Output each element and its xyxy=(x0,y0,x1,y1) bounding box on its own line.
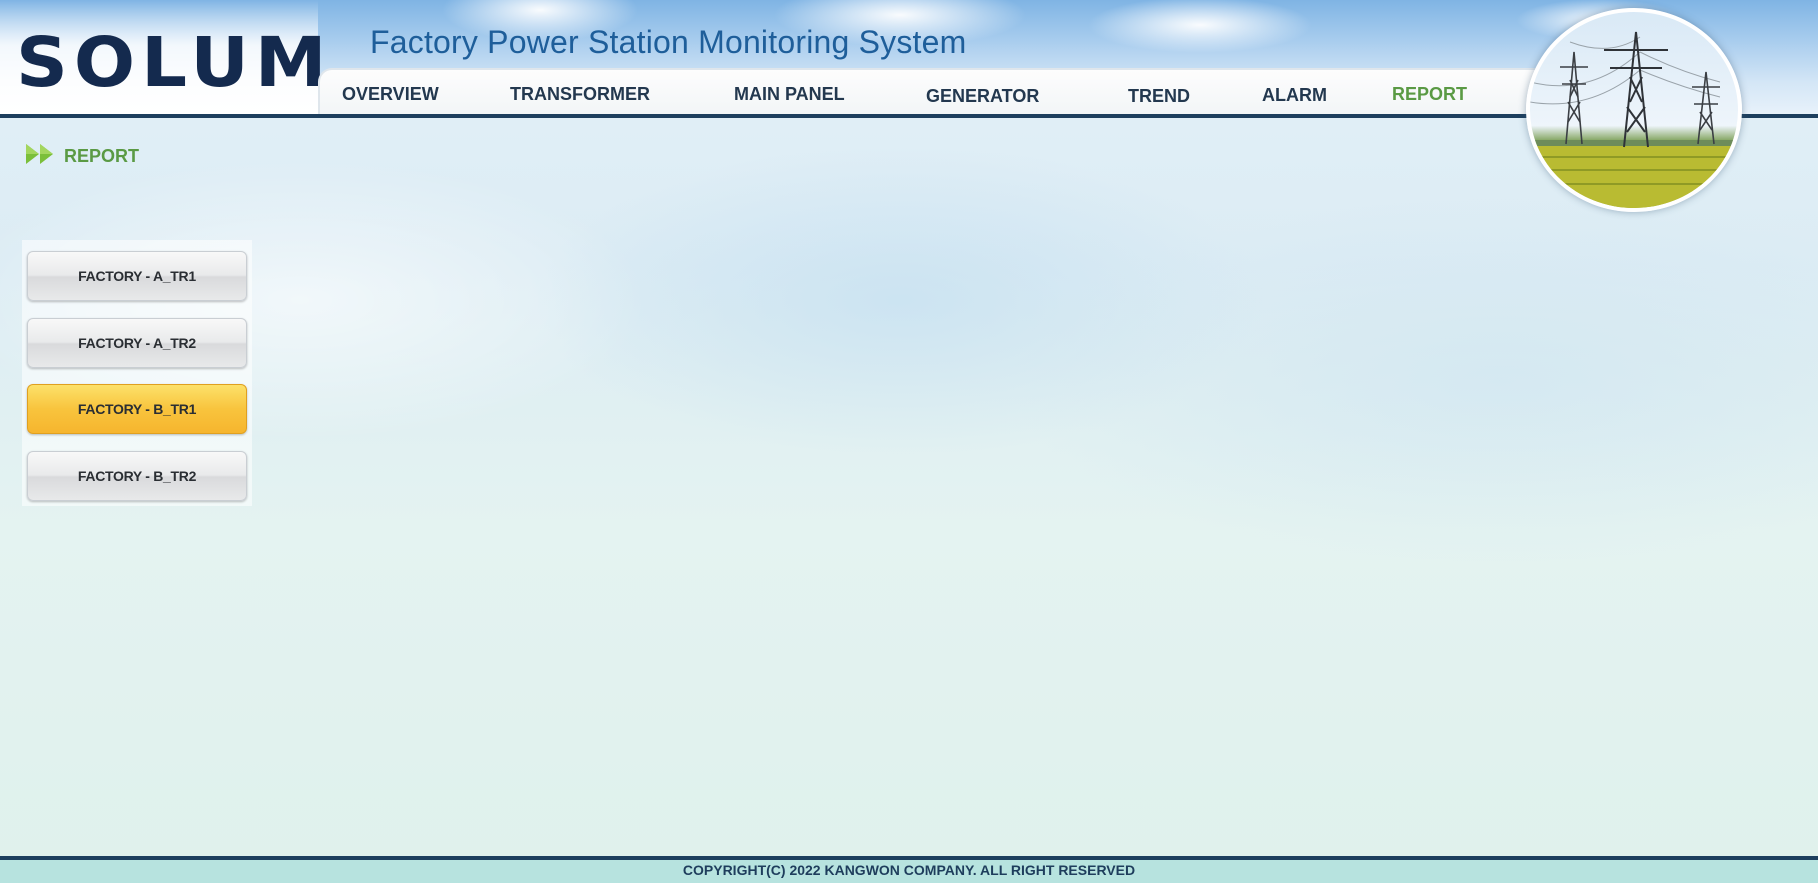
nav-item-transformer[interactable]: TRANSFORMER xyxy=(510,84,650,105)
logo-area: SOLUM xyxy=(0,0,327,114)
report-button-panel: FACTORY - A_TR1 FACTORY - A_TR2 FACTORY … xyxy=(22,240,252,506)
nav-item-main-panel[interactable]: MAIN PANEL xyxy=(734,84,845,105)
nav-item-trend[interactable]: TREND xyxy=(1128,86,1190,107)
factory-b-tr2-button[interactable]: FACTORY - B_TR2 xyxy=(27,451,247,501)
system-title: Factory Power Station Monitoring System xyxy=(370,24,967,60)
factory-b-tr1-button[interactable]: FACTORY - B_TR1 xyxy=(27,384,247,434)
page-title: REPORT xyxy=(26,143,139,170)
copyright-text: COPYRIGHT(C) 2022 KANGWON COMPANY. ALL R… xyxy=(682,862,1136,878)
nav-item-report[interactable]: REPORT xyxy=(1392,84,1467,105)
nav-item-generator[interactable]: GENERATOR xyxy=(926,86,1039,107)
factory-a-tr2-button[interactable]: FACTORY - A_TR2 xyxy=(27,318,247,368)
footer: COPYRIGHT(C) 2022 KANGWON COMPANY. ALL R… xyxy=(0,860,1818,883)
power-tower-photo xyxy=(1526,8,1742,212)
solum-logo: SOLUM xyxy=(16,22,333,102)
factory-a-tr1-button[interactable]: FACTORY - A_TR1 xyxy=(27,251,247,301)
page-title-label: REPORT xyxy=(64,146,140,166)
nav-item-overview[interactable]: OVERVIEW xyxy=(342,84,439,105)
nav-item-alarm[interactable]: ALARM xyxy=(1262,85,1327,106)
double-chevron-right-icon xyxy=(26,143,56,170)
transmission-tower-icon xyxy=(1530,31,1738,208)
main-nav: OVERVIEW TRANSFORMER MAIN PANEL GENERATO… xyxy=(318,68,1550,116)
